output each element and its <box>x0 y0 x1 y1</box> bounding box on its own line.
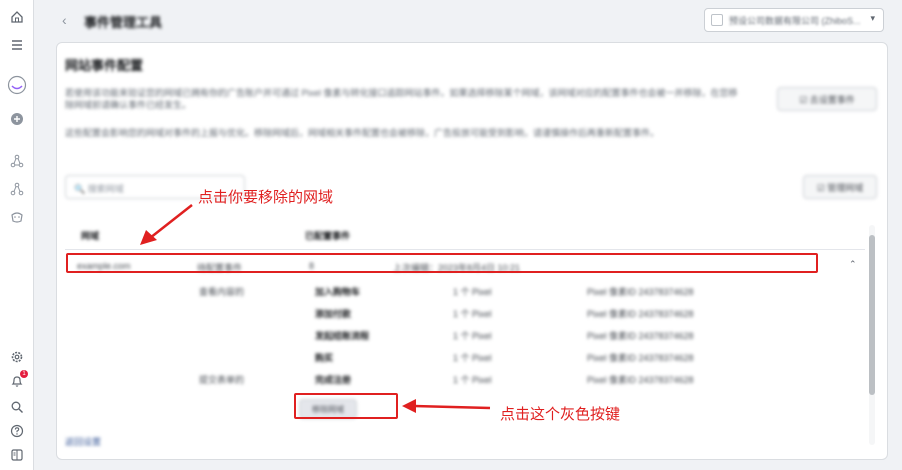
bell-icon[interactable]: 1 <box>6 370 28 392</box>
network-alt-icon[interactable] <box>6 178 28 200</box>
search-icon[interactable] <box>6 396 28 418</box>
table-header: 网域 已配置事件 <box>65 223 865 247</box>
description-1: 若使用该功能来验证您的网域已拥有你的广告账户并可通过 Pixel 像素与转化接口… <box>65 88 738 110</box>
event-source: 1 个 Pixel <box>453 309 492 319</box>
smiley-icon[interactable] <box>6 206 28 228</box>
web-events-card: 网站事件配置 若使用该功能来验证您的网域已拥有你的广告账户并可通过 Pixel … <box>56 42 888 460</box>
menu-icon[interactable] <box>6 34 28 56</box>
manage-domains-button[interactable]: ☑ 管理网域 <box>803 175 877 199</box>
panel-icon[interactable] <box>6 444 28 466</box>
scrollbar-thumb[interactable] <box>869 235 875 395</box>
card-title: 网站事件配置 <box>65 58 144 73</box>
event-pixel: Pixel 像素ID 24378374628 <box>587 353 694 363</box>
notification-badge: 1 <box>20 370 28 378</box>
event-pixel: Pixel 像素ID 24378374628 <box>587 287 694 297</box>
collapse-icon[interactable]: ⌃ <box>849 259 857 270</box>
event-group: 提交表单的 <box>199 375 245 385</box>
event-pixel: Pixel 像素ID 24378374628 <box>587 309 694 319</box>
back-chevron-icon[interactable]: ‹ <box>62 12 67 28</box>
scrollbar[interactable] <box>869 225 875 445</box>
help-icon[interactable] <box>6 420 28 442</box>
network-icon[interactable] <box>6 150 28 172</box>
event-pixel: Pixel 像素ID 24378374628 <box>587 375 694 385</box>
configure-events-button[interactable]: ☑ 去设置事件 <box>777 87 877 111</box>
top-callout: 点击你要移除的网域 <box>198 188 334 206</box>
column-header-events: 已配置事件 <box>305 231 351 241</box>
event-name: 添加付款 <box>315 309 352 319</box>
avatar[interactable] <box>6 74 28 96</box>
top-bar: ‹ 事件管理工具 预设公司数据有限公司 (ZhiboS... ▾ <box>34 0 902 40</box>
chevron-down-icon: ▾ <box>870 13 875 23</box>
return-link[interactable]: 返回设置 <box>65 435 101 448</box>
settings-icon[interactable] <box>6 346 28 368</box>
event-group: 查看内容的 <box>199 287 245 297</box>
event-name: 加入购物车 <box>315 287 361 297</box>
event-source: 1 个 Pixel <box>453 331 492 341</box>
account-icon <box>711 14 723 26</box>
event-name: 完成注册 <box>315 375 352 385</box>
event-source: 1 个 Pixel <box>453 375 492 385</box>
event-source: 1 个 Pixel <box>453 287 492 297</box>
description-2: 这些配置会影响您的网域对事件的上报与优化。移除网域后，网域相关事件配置也会被移除… <box>65 128 660 138</box>
button-highlight-box <box>294 393 398 419</box>
event-name: 购买 <box>315 353 334 363</box>
bottom-callout: 点击这个灰色按键 <box>500 405 621 423</box>
add-icon[interactable] <box>6 108 28 130</box>
domain-highlight-box <box>66 253 818 273</box>
column-header-domain: 网域 <box>81 231 100 241</box>
left-sidebar: 1 <box>0 0 34 470</box>
event-name: 发起结账流程 <box>315 331 370 341</box>
page-title: 事件管理工具 <box>84 15 163 30</box>
account-name: 预设公司数据有限公司 (ZhiboS... <box>729 16 861 26</box>
home-icon[interactable] <box>6 6 28 28</box>
divider <box>65 249 865 250</box>
account-selector[interactable]: 预设公司数据有限公司 (ZhiboS... ▾ <box>704 8 884 32</box>
event-source: 1 个 Pixel <box>453 353 492 363</box>
event-pixel: Pixel 像素ID 24378374628 <box>587 331 694 341</box>
